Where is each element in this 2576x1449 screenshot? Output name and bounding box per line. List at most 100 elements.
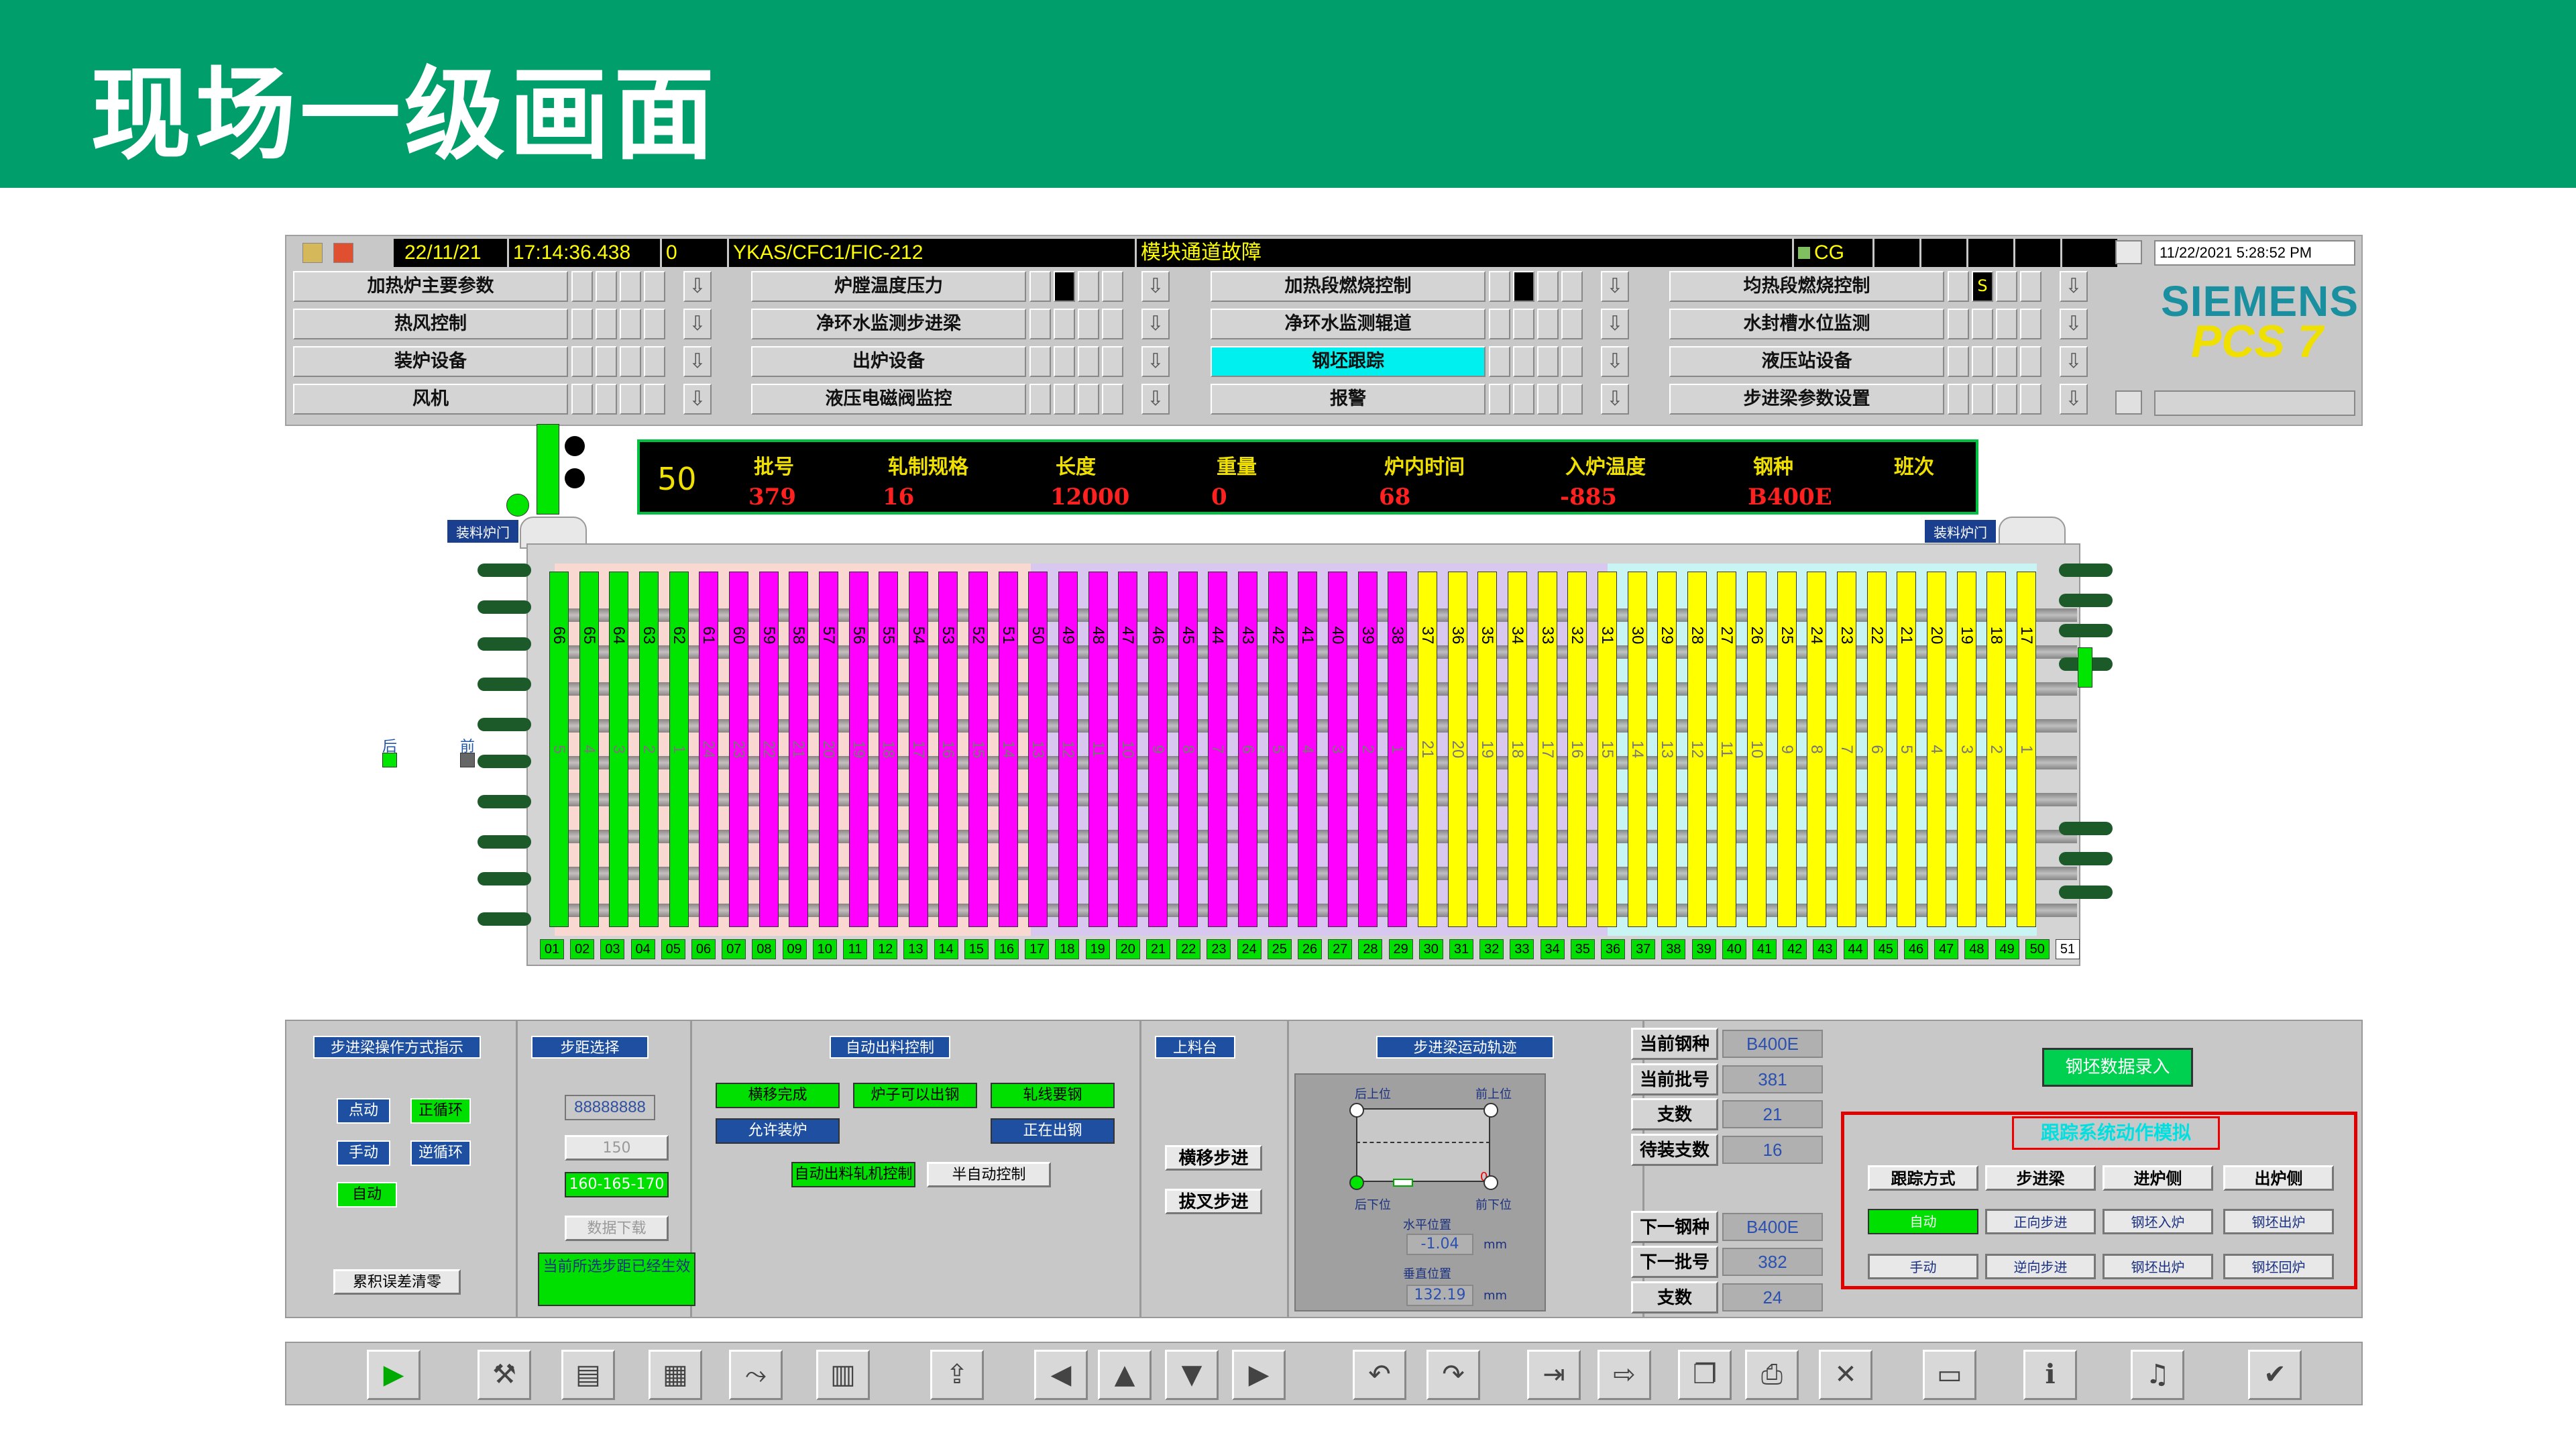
steel-slab[interactable]: 18 2 [1986,572,2007,927]
report-icon[interactable]: ▦ [649,1350,702,1400]
down-arrow-icon[interactable]: ▼ [1165,1350,1219,1400]
steel-slab[interactable]: 38 1 [1388,572,1408,927]
tracking-button[interactable]: 逆向步进 [1985,1254,2096,1279]
steel-slab[interactable]: 35 19 [1477,572,1498,927]
nav-button[interactable]: 液压站设备 [1669,346,1944,377]
steel-slab[interactable]: 29 13 [1657,572,1677,927]
down-arrow-icon[interactable]: ⇩ [1141,271,1170,302]
steel-slab[interactable]: 19 3 [1956,572,1976,927]
redo-icon[interactable]: ↷ [1426,1350,1480,1400]
steel-data-entry-button[interactable]: 钢坯数据录入 [2042,1048,2193,1087]
steel-slab[interactable]: 65 4 [579,572,599,927]
steel-slab[interactable]: 22 6 [1866,572,1887,927]
nav-button[interactable]: 热风控制 [293,309,568,339]
steel-slab[interactable]: 52 15 [968,572,989,927]
steel-slab[interactable]: 50 13 [1028,572,1048,927]
play-icon[interactable]: ▶ [367,1350,421,1400]
steel-slab[interactable]: 21 5 [1897,572,1917,927]
steel-slab[interactable]: 34 18 [1507,572,1527,927]
steel-slab[interactable]: 64 3 [609,572,629,927]
steel-slab[interactable]: 42 5 [1268,572,1288,927]
steel-slab[interactable]: 43 6 [1238,572,1258,927]
down-arrow-icon[interactable]: ⇩ [683,346,712,377]
steel-slab[interactable]: 63 2 [638,572,659,927]
down-arrow-icon[interactable]: ⇩ [2060,309,2088,339]
steel-slab[interactable]: 45 8 [1178,572,1198,927]
check-icon[interactable]: ✔ [2248,1350,2302,1400]
steel-slab[interactable]: 27 11 [1717,572,1737,927]
steel-slab[interactable]: 41 4 [1298,572,1318,927]
steel-slab[interactable]: 60 23 [728,572,748,927]
steel-slab[interactable]: 54 17 [908,572,928,927]
steel-slab[interactable]: 28 12 [1687,572,1707,927]
steel-slab[interactable]: 20 4 [1927,572,1947,927]
print-icon[interactable]: ⎙ [1745,1350,1799,1400]
steel-slab[interactable]: 46 9 [1148,572,1168,927]
tracking-button[interactable]: 钢坯入炉 [2103,1209,2213,1234]
logout-icon[interactable]: ⇨ [1598,1350,1651,1400]
left-arrow-icon[interactable]: ◀ [1034,1350,1088,1400]
reset-error-button[interactable]: 累积误差清零 [333,1269,461,1295]
step-160-button[interactable]: 160-165-170 [565,1172,669,1197]
delete-icon[interactable]: ✕ [1819,1350,1872,1400]
alarm-warning-icon[interactable] [333,243,353,263]
tool-icon[interactable]: ⚒ [478,1350,531,1400]
semi-auto-button[interactable]: 半自动控制 [927,1162,1051,1187]
steel-slab[interactable]: 31 15 [1597,572,1617,927]
monitor-icon[interactable]: ▭ [1923,1350,1976,1400]
steel-slab[interactable]: 40 3 [1327,572,1347,927]
steel-slab[interactable]: 51 14 [998,572,1018,927]
nav-button[interactable]: 净环水监测辊道 [1211,309,1486,339]
nav-button[interactable]: 均热段燃烧控制 [1669,271,1944,302]
down-arrow-icon[interactable]: ⇩ [1141,346,1170,377]
right-arrow-icon[interactable]: ▶ [1232,1350,1286,1400]
steel-slab[interactable]: 57 20 [818,572,838,927]
tracking-button[interactable]: 正向步进 [1985,1209,2096,1234]
steel-slab[interactable]: 47 10 [1118,572,1138,927]
data-download-button[interactable]: 数据下载 [565,1216,669,1241]
undo-icon[interactable]: ↶ [1353,1350,1406,1400]
trend-icon[interactable]: ⤳ [729,1350,783,1400]
down-arrow-icon[interactable]: ⇩ [2060,346,2088,377]
down-arrow-icon[interactable]: ⇩ [1601,271,1629,302]
down-arrow-icon[interactable]: ⇩ [1601,309,1629,339]
down-arrow-icon[interactable]: ⇩ [2060,271,2088,302]
steel-slab[interactable]: 33 17 [1537,572,1557,927]
steel-slab[interactable]: 55 18 [879,572,899,927]
loading-door-right-label[interactable]: 装料炉门 [1923,519,1997,544]
nav-button[interactable]: 风机 [293,384,568,415]
export-icon[interactable]: ⇪ [930,1350,984,1400]
down-arrow-icon[interactable]: ⇩ [683,309,712,339]
down-arrow-icon[interactable]: ⇩ [2060,384,2088,415]
steel-slab[interactable]: 37 21 [1417,572,1437,927]
steel-slab[interactable]: 44 7 [1208,572,1228,927]
sound-icon[interactable]: ♫ [2131,1350,2184,1400]
tracking-button[interactable]: 自动 [1868,1209,1978,1234]
nav-button[interactable]: 水封槽水位监测 [1669,309,1944,339]
thermometer-icon[interactable]: ▥ [816,1350,870,1400]
steel-slab[interactable]: 58 21 [789,572,809,927]
nav-button[interactable]: 加热炉主要参数 [293,271,568,302]
down-arrow-icon[interactable]: ⇩ [1141,309,1170,339]
tracking-button[interactable]: 钢坯出炉 [2103,1254,2213,1279]
down-arrow-icon[interactable]: ⇩ [1601,346,1629,377]
down-arrow-icon[interactable]: ⇩ [1141,384,1170,415]
down-arrow-icon[interactable]: ⇩ [683,271,712,302]
nav-button[interactable]: 出炉设备 [751,346,1026,377]
steel-slab[interactable]: 25 9 [1777,572,1797,927]
steel-slab[interactable]: 23 7 [1837,572,1857,927]
fork-step-button[interactable]: 拔叉步进 [1165,1189,1262,1214]
steel-slab[interactable]: 39 2 [1357,572,1378,927]
step-150-button[interactable]: 150 [565,1135,669,1161]
steel-slab[interactable]: 48 11 [1088,572,1108,927]
tracking-button[interactable]: 手动 [1868,1254,1978,1279]
info-icon[interactable]: ℹ [2023,1350,2077,1400]
steel-slab[interactable]: 62 1 [669,572,689,927]
nav-button[interactable]: 液压电磁阀监控 [751,384,1026,415]
steel-slab[interactable]: 53 16 [938,572,958,927]
tracking-button[interactable]: 钢坯回炉 [2223,1254,2334,1279]
up-arrow-icon[interactable]: ▲ [1098,1350,1152,1400]
ack-icon[interactable] [2115,240,2142,264]
nav-button[interactable]: 钢坯跟踪 [1211,346,1486,377]
steel-slab[interactable]: 49 12 [1058,572,1078,927]
